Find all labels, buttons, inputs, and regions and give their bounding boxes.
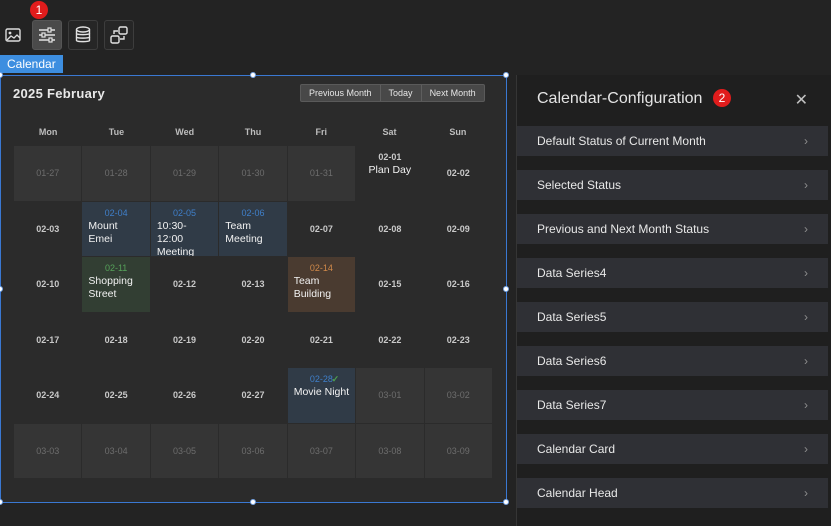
image-tool-button[interactable] [0, 20, 26, 50]
close-icon[interactable]: ✕ [795, 90, 808, 110]
database-icon [75, 26, 91, 43]
chevron-right-icon: › [804, 442, 808, 456]
chevron-right-icon: › [804, 134, 808, 148]
config-item[interactable]: Data Series6 › [517, 346, 828, 376]
chevron-right-icon: › [804, 222, 808, 236]
chevron-right-icon: › [804, 310, 808, 324]
config-item[interactable]: Data Series7 › [517, 390, 828, 420]
config-title: Calendar-Configuration [537, 90, 703, 107]
toolbar [0, 20, 134, 50]
chevron-right-icon: › [804, 486, 808, 500]
config-item[interactable]: Selected Status › [517, 170, 828, 200]
component-tag: Calendar [0, 55, 63, 73]
config-item[interactable]: Data Series4 › [517, 258, 828, 288]
resize-handle[interactable] [250, 72, 256, 78]
config-item[interactable]: Default Status of Current Month › [517, 126, 828, 156]
chevron-right-icon: › [804, 178, 808, 192]
resize-handle[interactable] [0, 499, 3, 505]
selection-frame [0, 75, 507, 503]
config-item[interactable]: Calendar Head › [517, 478, 828, 508]
config-item-label: Selected Status [537, 178, 622, 192]
chevron-right-icon: › [804, 266, 808, 280]
config-item-label: Default Status of Current Month [537, 134, 706, 148]
chevron-right-icon: › [804, 354, 808, 368]
config-item-label: Previous and Next Month Status [537, 222, 710, 236]
data-source-button[interactable] [68, 20, 98, 50]
step-badge-2: 2 [713, 89, 731, 107]
chevron-right-icon: › [804, 398, 808, 412]
resize-handle[interactable] [503, 286, 509, 292]
config-item-label: Data Series5 [537, 310, 607, 324]
interaction-icon [110, 26, 128, 44]
style-config-button[interactable] [32, 20, 62, 50]
resize-handle[interactable] [250, 499, 256, 505]
config-item-label: Data Series6 [537, 354, 607, 368]
config-item-label: Data Series7 [537, 398, 607, 412]
resize-handle[interactable] [503, 72, 509, 78]
config-list: Default Status of Current Month › Selected… [517, 126, 828, 522]
config-panel: Calendar-Configuration 2 ✕ Default Statu… [516, 75, 831, 526]
config-item[interactable]: Calendar Card › [517, 434, 828, 464]
resize-handle[interactable] [503, 499, 509, 505]
config-item-label: Calendar Head [537, 486, 618, 500]
step-badge-1: 1 [30, 1, 48, 19]
config-item-label: Data Series4 [537, 266, 607, 280]
config-item[interactable]: Data Series5 › [517, 302, 828, 332]
editor-stage: 1 Calendar 2025 February Previous Month … [0, 0, 831, 526]
interaction-button[interactable] [104, 20, 134, 50]
config-item-label: Calendar Card [537, 442, 616, 456]
image-icon [5, 28, 21, 42]
sliders-icon [39, 27, 55, 43]
config-item[interactable]: Previous and Next Month Status › [517, 214, 828, 244]
